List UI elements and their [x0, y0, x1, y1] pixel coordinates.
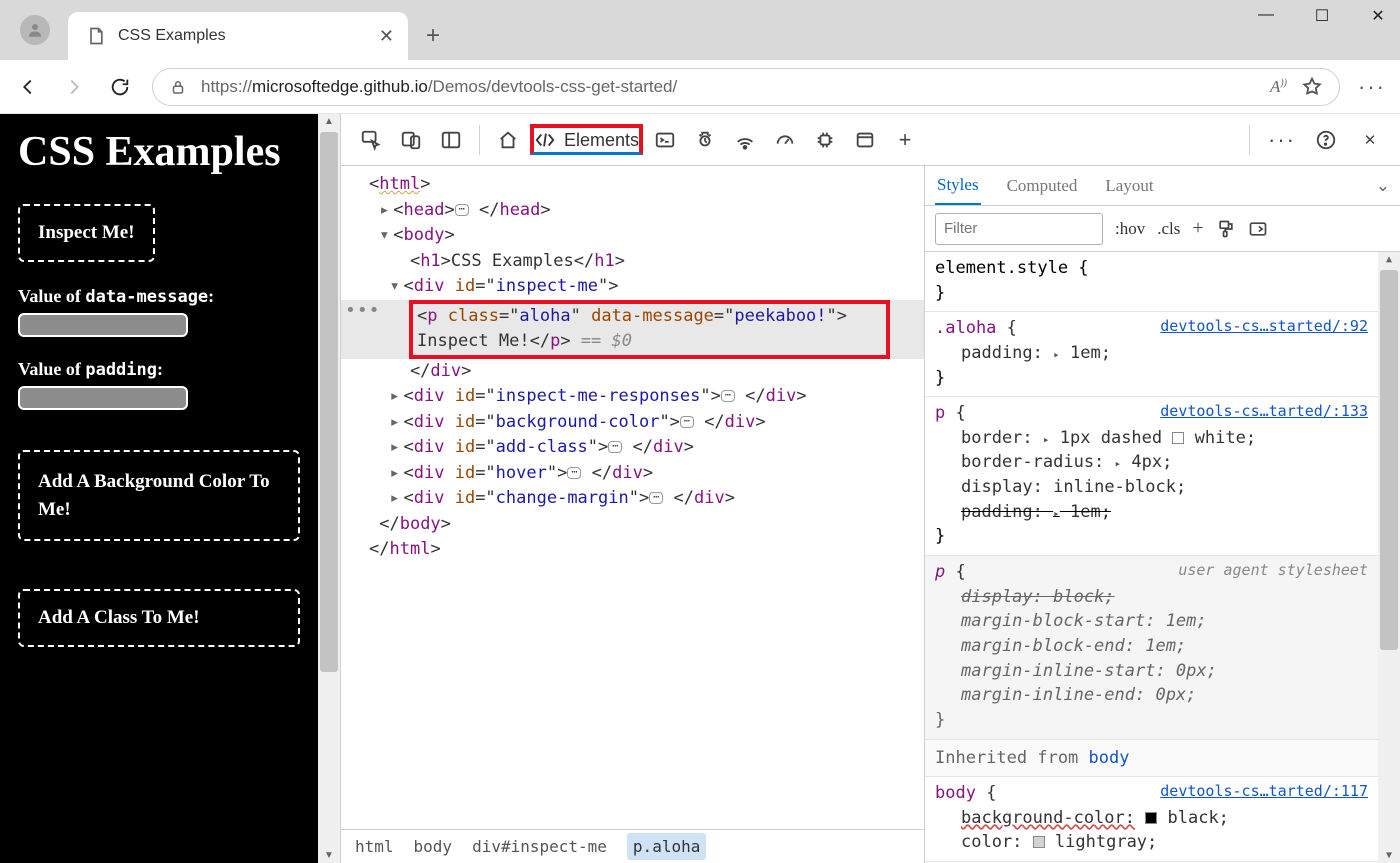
computed-tab[interactable]: Computed: [1005, 168, 1080, 204]
padding-input[interactable]: [18, 386, 188, 410]
console-tab-icon[interactable]: [647, 122, 683, 158]
paint-icon[interactable]: [1216, 219, 1236, 239]
device-emulation-icon[interactable]: [393, 122, 429, 158]
styles-tab[interactable]: Styles: [935, 167, 981, 205]
window-titlebar: CSS Examples ✕ + — ☐ ✕: [0, 0, 1400, 60]
styles-filter-input[interactable]: [935, 213, 1103, 245]
back-button[interactable]: [14, 73, 42, 101]
maximize-button[interactable]: ☐: [1308, 6, 1336, 26]
source-link[interactable]: devtools-cs…started/:92: [1160, 316, 1368, 341]
devtools-more-icon[interactable]: ···: [1264, 122, 1300, 158]
crumb-p[interactable]: p.aloha: [627, 833, 706, 860]
hov-button[interactable]: :hov: [1115, 219, 1145, 239]
url-text: https://microsoftedge.github.io/Demos/de…: [201, 77, 1256, 97]
network-tab-icon[interactable]: [727, 122, 763, 158]
lock-icon: [169, 78, 187, 96]
dom-tree[interactable]: <html> ▸<head>⋯ </head> ▾<body> <h1>CSS …: [341, 166, 924, 829]
source-link[interactable]: devtools-cs…tarted/:133: [1160, 401, 1368, 426]
tab-title: CSS Examples: [118, 27, 226, 45]
label-padding: Value of padding:: [18, 359, 300, 380]
reload-button[interactable]: [106, 73, 134, 101]
favorite-icon[interactable]: [1301, 76, 1323, 98]
page-heading: CSS Examples: [18, 128, 300, 176]
performance-tab-icon[interactable]: [767, 122, 803, 158]
minimize-button[interactable]: —: [1252, 6, 1280, 26]
close-window-button[interactable]: ✕: [1364, 6, 1392, 26]
help-icon[interactable]: [1308, 122, 1344, 158]
styles-scrollbar[interactable]: ▲ ▼: [1378, 252, 1400, 863]
breadcrumb[interactable]: html body div#inspect-me p.aloha: [341, 829, 924, 863]
inherited-from: Inherited from body: [925, 740, 1378, 778]
address-bar[interactable]: https://microsoftedge.github.io/Demos/de…: [152, 68, 1340, 106]
toolbar: https://microsoftedge.github.io/Demos/de…: [0, 60, 1400, 114]
new-style-rule-icon[interactable]: +: [1192, 217, 1203, 240]
selected-dom-node[interactable]: ••• <p class="aloha" data-message="peeka…: [341, 300, 924, 359]
rule-aloha[interactable]: .aloha {devtools-cs…started/:92 padding:…: [925, 312, 1378, 397]
more-tabs-icon[interactable]: +: [887, 122, 923, 158]
inspect-me-box[interactable]: Inspect Me!: [18, 204, 155, 262]
styles-pane: Styles Computed Layout ⌄ :hov .cls +: [924, 166, 1400, 863]
rule-element-style[interactable]: element.style { }: [925, 252, 1378, 312]
memory-tab-icon[interactable]: [807, 122, 843, 158]
rule-p-ua: p {user agent stylesheet display: block;…: [925, 556, 1378, 739]
read-aloud-icon[interactable]: A)): [1270, 77, 1287, 97]
elements-tab[interactable]: Elements: [530, 124, 643, 155]
panel-toggle-icon[interactable]: [1248, 219, 1268, 239]
welcome-tab-icon[interactable]: [490, 122, 526, 158]
page-scrollbar[interactable]: ▲ ▼: [318, 114, 340, 863]
layout-tab[interactable]: Layout: [1103, 168, 1155, 204]
forward-button[interactable]: [60, 73, 88, 101]
rule-p[interactable]: p {devtools-cs…tarted/:133 border: ▸ 1px…: [925, 397, 1378, 556]
sidebar-toggle-icon[interactable]: [433, 122, 469, 158]
application-tab-icon[interactable]: [847, 122, 883, 158]
crumb-div[interactable]: div#inspect-me: [472, 837, 607, 856]
close-tab-icon[interactable]: ✕: [379, 26, 394, 47]
inspect-element-icon[interactable]: [353, 122, 389, 158]
crumb-html[interactable]: html: [355, 837, 394, 856]
sources-tab-icon[interactable]: [687, 122, 723, 158]
rule-body[interactable]: body {devtools-cs…tarted/:117 background…: [925, 777, 1378, 862]
devtools-toolbar: Elements + ··· ✕: [341, 114, 1400, 166]
source-link[interactable]: devtools-cs…tarted/:117: [1160, 781, 1368, 806]
crumb-body[interactable]: body: [414, 837, 453, 856]
more-menu-icon[interactable]: ···: [1358, 74, 1386, 100]
label-data-message: Value of data-message:: [18, 286, 300, 307]
rendered-page: CSS Examples Inspect Me! Value of data-m…: [0, 114, 318, 863]
browser-tab[interactable]: CSS Examples ✕: [68, 12, 408, 60]
profile-avatar[interactable]: [20, 15, 50, 45]
bgcolor-box[interactable]: Add A Background Color To Me!: [18, 450, 300, 541]
page-icon: [86, 26, 106, 46]
cls-button[interactable]: .cls: [1157, 219, 1180, 239]
add-class-box[interactable]: Add A Class To Me!: [18, 589, 300, 647]
styles-more-icon[interactable]: ⌄: [1376, 176, 1390, 196]
data-message-input[interactable]: [18, 313, 188, 337]
close-devtools-icon[interactable]: ✕: [1352, 122, 1388, 158]
devtools: Elements + ··· ✕ <html> ▸<head>⋯ </head>…: [340, 114, 1400, 863]
new-tab-button[interactable]: +: [426, 22, 440, 50]
